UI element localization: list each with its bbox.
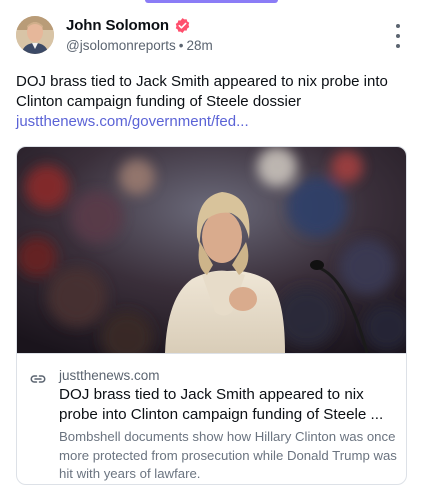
- link-preview-title[interactable]: DOJ brass tied to Jack Smith appeared to…: [59, 385, 399, 425]
- post-header: John Solomon @jsolomonreports • 28m: [16, 14, 408, 58]
- post-meta: @jsolomonreports • 28m: [66, 38, 213, 53]
- meta-separator: •: [178, 38, 184, 53]
- link-preview-description: Bombshell documents show how Hillary Cli…: [59, 429, 397, 481]
- verified-badge-icon: [175, 18, 190, 33]
- more-options-button[interactable]: [390, 24, 406, 48]
- author-handle[interactable]: @jsolomonreports: [66, 38, 176, 53]
- post-text: DOJ brass tied to Jack Smith appeared to…: [16, 72, 408, 132]
- avatar-image: [16, 16, 54, 54]
- post: John Solomon @jsolomonreports • 28m DOJ br…: [0, 0, 423, 500]
- link-preview-info: justthenews.com DOJ brass tied to Jack S…: [17, 353, 406, 484]
- author-block: John Solomon @jsolomonreports • 28m: [66, 17, 213, 53]
- link-preview-card[interactable]: justthenews.com DOJ brass tied to Jack S…: [16, 146, 407, 485]
- avatar[interactable]: [16, 16, 54, 54]
- link-preview-image: [17, 147, 406, 363]
- link-icon: [30, 375, 46, 383]
- post-time[interactable]: 28m: [186, 38, 212, 53]
- more-vertical-icon: [396, 24, 400, 28]
- post-link[interactable]: justthenews.com/government/fed...: [16, 113, 249, 130]
- author-name[interactable]: John Solomon: [66, 17, 169, 34]
- link-preview-domain: justthenews.com: [59, 368, 160, 383]
- post-text-content: DOJ brass tied to Jack Smith appeared to…: [16, 73, 388, 110]
